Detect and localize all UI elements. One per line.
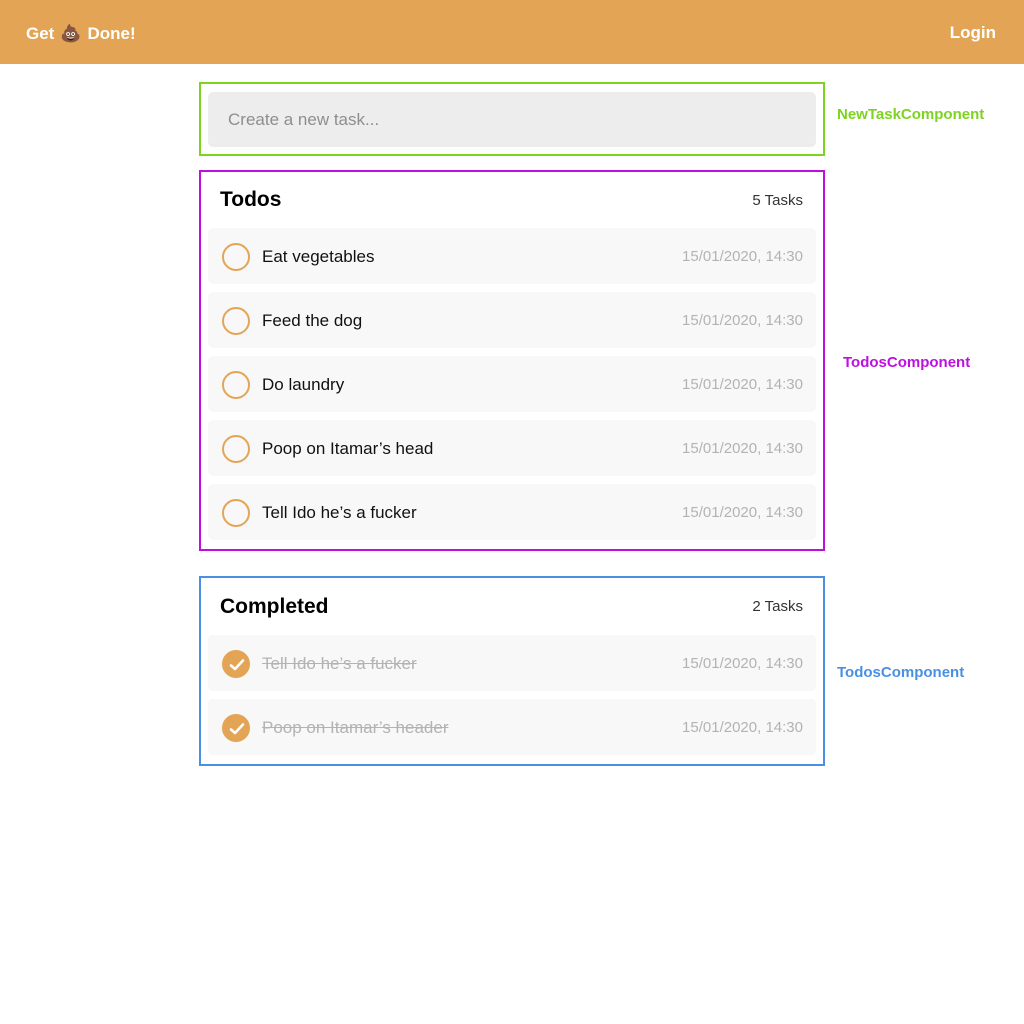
todo-item-date: 15/01/2020, 14:30 (682, 312, 803, 329)
todo-item[interactable]: Poop on Itamar’s head 15/01/2020, 14:30 (208, 420, 816, 476)
todo-item-date: 15/01/2020, 14:30 (682, 248, 803, 265)
completed-component-label: TodosComponent (837, 664, 965, 681)
completed-title: Completed (220, 595, 329, 618)
app-header: Get 💩 Done! Login (0, 0, 1024, 64)
todo-item-text: Poop on Itamar’s head (262, 439, 434, 458)
completed-item[interactable]: Tell Ido he’s a fucker 15/01/2020, 14:30 (208, 635, 816, 691)
todo-item[interactable]: Eat vegetables 15/01/2020, 14:30 (208, 228, 816, 284)
empty-circle-icon[interactable] (222, 371, 250, 399)
todo-item-text: Do laundry (262, 375, 345, 394)
completed-item-text: Poop on Itamar’s header (262, 718, 449, 737)
empty-circle-icon[interactable] (222, 243, 250, 271)
completed-item[interactable]: Poop on Itamar’s header 15/01/2020, 14:3… (208, 699, 816, 755)
check-circle-icon[interactable] (222, 714, 250, 742)
todo-item[interactable]: Feed the dog 15/01/2020, 14:30 (208, 292, 816, 348)
completed-count: 2 Tasks (752, 598, 803, 615)
new-task-component-label: NewTaskComponent (837, 106, 985, 123)
todo-item-text: Feed the dog (262, 311, 363, 330)
todos-count: 5 Tasks (752, 192, 803, 209)
todo-item[interactable]: Tell Ido he’s a fucker 15/01/2020, 14:30 (208, 484, 816, 540)
completed-item-text: Tell Ido he’s a fucker (262, 654, 417, 673)
todo-item-date: 15/01/2020, 14:30 (682, 440, 803, 457)
todos-component-label: TodosComponent (843, 354, 971, 371)
new-task-input[interactable] (208, 92, 816, 147)
brand-suffix: Done! (87, 24, 136, 43)
check-circle-icon[interactable] (222, 650, 250, 678)
todo-item-date: 15/01/2020, 14:30 (682, 504, 803, 521)
todo-item-text: Tell Ido he’s a fucker (262, 503, 417, 522)
login-button[interactable]: Login (950, 23, 996, 43)
app-logo[interactable]: Get 💩 Done! (26, 24, 136, 44)
completed-item-date: 15/01/2020, 14:30 (682, 655, 803, 672)
completed-item-date: 15/01/2020, 14:30 (682, 719, 803, 736)
brand-prefix: Get (26, 24, 55, 43)
todo-item[interactable]: Do laundry 15/01/2020, 14:30 (208, 356, 816, 412)
empty-circle-icon[interactable] (222, 499, 250, 527)
todo-item-date: 15/01/2020, 14:30 (682, 376, 803, 393)
empty-circle-icon[interactable] (222, 435, 250, 463)
todo-item-text: Eat vegetables (262, 247, 375, 266)
empty-circle-icon[interactable] (222, 307, 250, 335)
poop-emoji-icon: 💩 (60, 24, 82, 43)
todos-title: Todos (220, 188, 282, 211)
